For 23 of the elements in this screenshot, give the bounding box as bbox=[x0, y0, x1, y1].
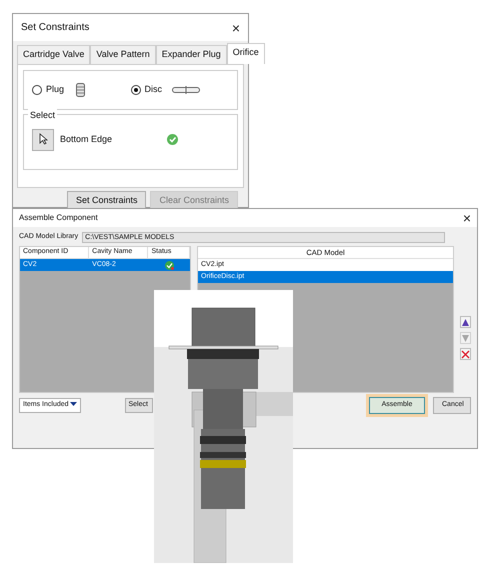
option-label: Disc bbox=[144, 82, 162, 96]
caret-icon bbox=[70, 402, 78, 406]
dialog-button[interactable]: Set Constraints bbox=[66, 190, 146, 210]
close-button[interactable]: × bbox=[462, 211, 471, 225]
plug-icon bbox=[76, 82, 86, 96]
tab[interactable]: Cartridge Valve bbox=[17, 45, 90, 64]
up-button[interactable] bbox=[460, 316, 471, 328]
option-label: Plug bbox=[46, 82, 64, 96]
window-title: Assemble Component bbox=[19, 212, 98, 224]
up-arrow-icon bbox=[461, 318, 470, 326]
delete-button[interactable] bbox=[460, 348, 471, 360]
close-button[interactable]: × bbox=[232, 20, 240, 34]
pick-button[interactable] bbox=[32, 128, 54, 150]
delete-icon bbox=[461, 350, 470, 358]
selected-edge-label: Bottom Edge bbox=[60, 132, 112, 146]
radio-button[interactable] bbox=[130, 84, 140, 94]
tab[interactable]: Expander Plug bbox=[156, 45, 227, 64]
radio-button[interactable] bbox=[32, 84, 42, 94]
cursor-icon bbox=[38, 133, 48, 146]
tab[interactable]: Orifice bbox=[226, 43, 265, 64]
down-arrow-icon bbox=[461, 334, 470, 342]
window-title: Set Constraints bbox=[21, 21, 90, 35]
tab[interactable]: Valve Pattern bbox=[90, 45, 156, 64]
